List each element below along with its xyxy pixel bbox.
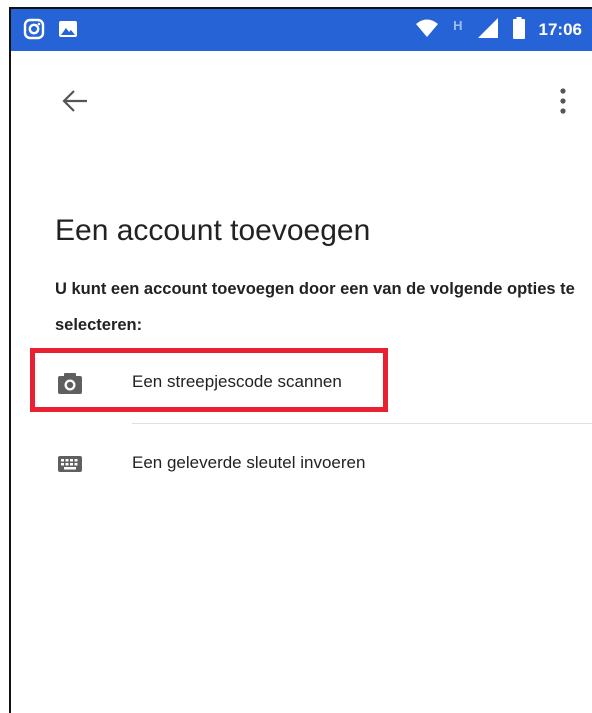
signal-icon: [477, 17, 499, 44]
keyboard-icon: [57, 451, 83, 477]
instagram-icon: [23, 18, 45, 45]
page-title: Een account toevoegen: [55, 214, 371, 247]
more-options-button[interactable]: [548, 83, 578, 123]
system-icons: H 17:06: [415, 9, 582, 51]
camera-icon: [57, 370, 83, 396]
arrow-back-icon: [60, 86, 90, 121]
divider: [132, 423, 592, 424]
enter-key-option[interactable]: Een geleverde sleutel invoeren: [11, 433, 592, 497]
back-button[interactable]: [55, 83, 95, 123]
more-vert-icon: [559, 87, 567, 120]
enter-key-label: Een geleverde sleutel invoeren: [132, 453, 366, 472]
page-description: U kunt een account toevoegen door een va…: [55, 280, 575, 334]
network-type-label: H: [453, 17, 463, 33]
screen: H 17:06 Een account toevoegen U kunt een…: [9, 7, 592, 713]
clock: 17:06: [538, 20, 582, 39]
status-bar: H 17:06: [11, 9, 592, 51]
image-icon: [57, 18, 79, 45]
app-bar: [11, 51, 592, 151]
wifi-icon: [415, 18, 439, 43]
scan-barcode-option[interactable]: Een streepjescode scannen: [11, 352, 592, 416]
battery-icon: [512, 16, 525, 44]
scan-barcode-label: Een streepjescode scannen: [132, 372, 342, 391]
notification-icons: [23, 18, 79, 45]
